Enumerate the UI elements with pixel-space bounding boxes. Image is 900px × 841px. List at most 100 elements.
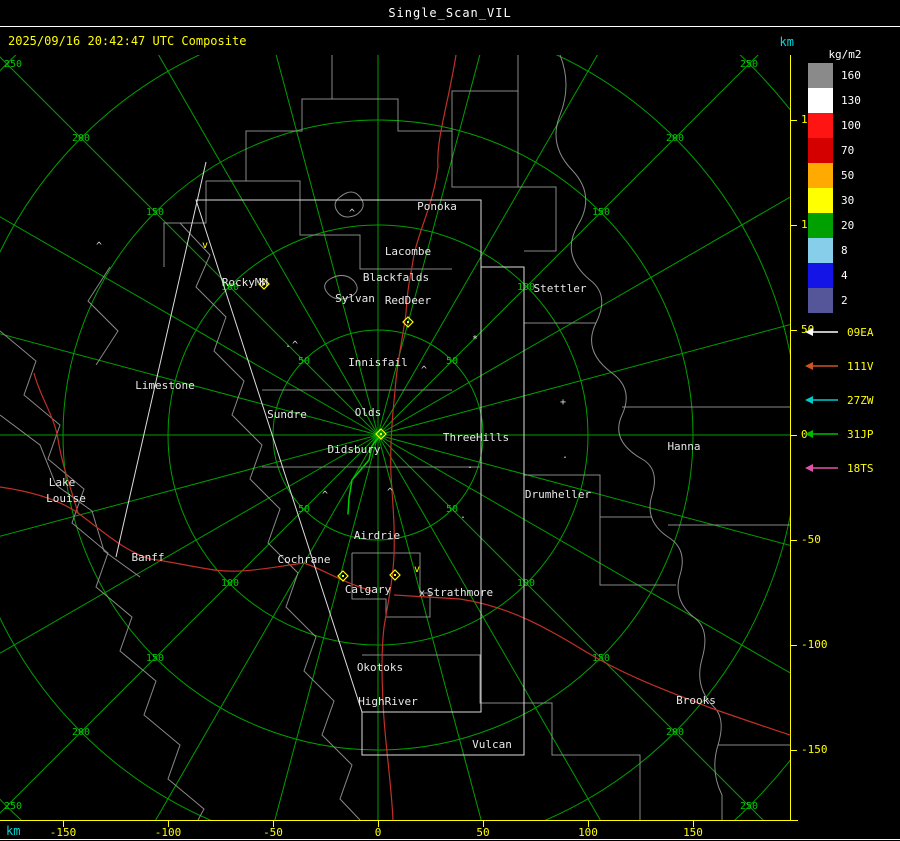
storm-cell-dot [342, 575, 344, 577]
scan-boundary-line [115, 161, 207, 558]
legend-color-swatch [808, 163, 833, 188]
range-ring-label: 200 [72, 727, 90, 738]
range-spoke [377, 55, 759, 436]
radar-legend-row: 111V [804, 349, 874, 383]
legend-level-row: 4 [808, 263, 861, 288]
radar-legend-row: 09EA [804, 315, 874, 349]
map-symbol: ^ [292, 340, 298, 351]
legend-level-value: 130 [841, 94, 861, 107]
radar-arrow-head [805, 362, 813, 370]
radar-map[interactable]: 5050505010010010010015015015015020020020… [0, 55, 790, 820]
range-ring-label: 200 [666, 727, 684, 738]
radar-arrow-icon [805, 328, 838, 336]
range-ring-label: 50 [298, 504, 310, 515]
city-label: Limestone [135, 379, 195, 392]
city-label: RockyMH [222, 276, 268, 289]
county-boundary [518, 186, 557, 252]
range-ring-label: 200 [72, 133, 90, 144]
radar-arrow-icon [805, 464, 838, 472]
radar-arrow-head [805, 396, 813, 404]
map-symbol: * [472, 334, 478, 345]
city-label: Louise [46, 492, 86, 505]
range-ring-label: 50 [446, 356, 458, 367]
city-label: Calgary [345, 583, 392, 596]
map-symbol: x [419, 588, 425, 599]
storm-cell-dot [380, 433, 382, 435]
legend-level-value: 2 [841, 294, 848, 307]
map-symbol: ^ [322, 490, 328, 501]
legend-level-row: 8 [808, 238, 861, 263]
range-ring-label: 100 [221, 578, 239, 589]
legend-color-swatch [808, 213, 833, 238]
map-area[interactable]: 50 50 50 50 100 100 100 100 150 150 150 150 200 200 20… [0, 55, 790, 820]
legend-color-swatch [808, 138, 833, 163]
storm-marker: v [202, 240, 208, 251]
city-label: Olds [355, 406, 382, 419]
range-spoke [275, 55, 379, 436]
range-spoke [0, 56, 379, 436]
radar-legend-row: 18TS [804, 451, 874, 485]
city-label: Strathmore [427, 586, 493, 599]
city-label: Didsbury [328, 443, 381, 456]
x-axis-label: 150 [683, 826, 703, 839]
window-title: Single_Scan_VIL [388, 6, 512, 20]
legend-color-swatch [808, 188, 833, 213]
city-label: Lacombe [385, 245, 431, 258]
range-spoke [158, 55, 379, 436]
radar-id-label: 111V [847, 359, 874, 373]
radar-id-label: 18TS [847, 461, 874, 475]
window-titlebar: Single_Scan_VIL [0, 0, 900, 27]
x-axis-label: 100 [578, 826, 598, 839]
range-ring-label: 150 [592, 207, 610, 218]
legend-level-value: 8 [841, 244, 848, 257]
map-symbol: . [460, 510, 466, 521]
radar-arrow-icon [805, 430, 838, 438]
storm-cell-dot [394, 574, 396, 576]
radar-legend-row: 31JP [804, 417, 874, 451]
map-symbol: ^ [387, 487, 393, 498]
legend-level-row: 130 [808, 88, 861, 113]
map-symbol: . [285, 339, 291, 350]
city-label: Banff [131, 551, 164, 564]
scan-timestamp: 2025/09/16 20:42:47 UTC Composite [8, 34, 247, 48]
radar-arrow-head [805, 430, 813, 438]
storm-cell-dot [407, 321, 409, 323]
range-ring-label: 250 [4, 59, 22, 70]
city-label: Innisfail [348, 356, 408, 369]
legend-color-scale: 160 130 100 70 50 30 20 8 4 2 [808, 63, 861, 313]
bottom-border-line [0, 839, 900, 840]
scan-area-boundary [115, 161, 525, 756]
city-label: Brooks [676, 694, 716, 707]
legend-level-row: 160 [808, 63, 861, 88]
city-label: Okotoks [357, 661, 403, 674]
radar-arrow-icon [805, 396, 838, 404]
city-label: Airdrie [354, 529, 400, 542]
city-label: Cochrane [278, 553, 331, 566]
range-ring-label: 150 [592, 653, 610, 664]
x-axis-label: 50 [476, 826, 490, 839]
map-symbol: ^ [421, 365, 427, 376]
range-ring-label: 150 [146, 207, 164, 218]
legend-level-value: 4 [841, 269, 848, 282]
range-spoke [377, 434, 790, 546]
legend-level-value: 50 [841, 169, 855, 182]
map-symbol: . [562, 450, 568, 461]
range-ring-label: 100 [517, 578, 535, 589]
range-spoke [0, 434, 379, 537]
range-spoke [155, 434, 379, 820]
x-axis-label: -100 [154, 826, 182, 839]
scan-boundary-rect [361, 266, 525, 756]
legend-color-swatch [808, 88, 833, 113]
legend-level-value: 100 [841, 119, 861, 132]
map-symbol: . [467, 460, 473, 471]
city-label: Ponoka [417, 200, 457, 213]
storm-marker: v [414, 564, 420, 575]
legend-level-value: 160 [841, 69, 861, 82]
range-ring-label: 50 [298, 356, 310, 367]
map-symbol: + [560, 397, 566, 408]
legend-level-row: 30 [808, 188, 861, 213]
radar-id-label: 31JP [847, 427, 874, 441]
city-label: Drumheller [525, 488, 592, 501]
highway-east [393, 594, 790, 736]
legend-color-swatch [808, 263, 833, 288]
